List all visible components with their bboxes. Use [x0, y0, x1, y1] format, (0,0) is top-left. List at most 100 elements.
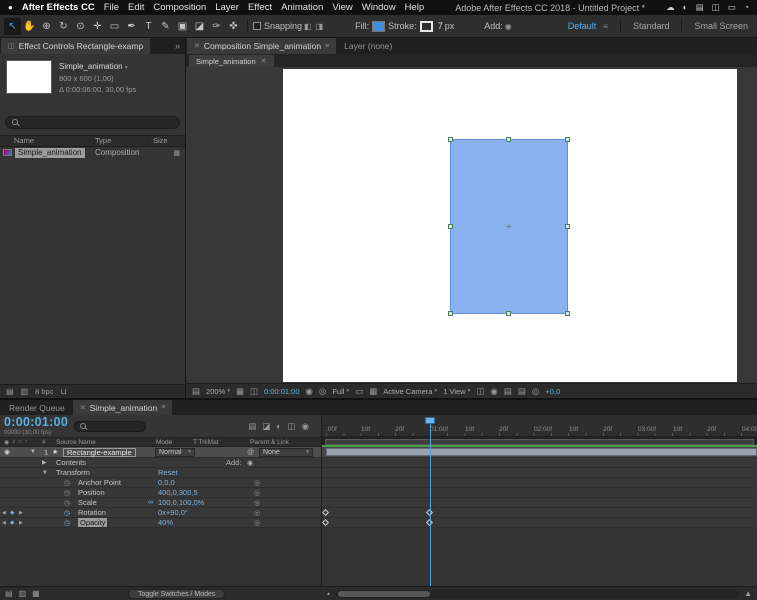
- timeline-search-input[interactable]: [74, 421, 146, 432]
- apple-menu-icon[interactable]: ●: [8, 3, 13, 12]
- selection-handle[interactable]: [565, 311, 570, 316]
- toggle-inout-panes-icon[interactable]: ▦: [32, 589, 40, 598]
- layer-duration-track[interactable]: [322, 447, 757, 458]
- rotation-tool-button[interactable]: ↻: [55, 18, 72, 35]
- eraser-tool-button[interactable]: ◪: [191, 18, 208, 35]
- column-name[interactable]: Name: [0, 136, 90, 145]
- menu-app-name[interactable]: After Effects CC: [22, 2, 95, 13]
- menu-item-file[interactable]: File: [104, 2, 119, 13]
- grid-options-icon[interactable]: ▦: [236, 386, 244, 397]
- stopwatch-icon[interactable]: ◷: [64, 508, 70, 517]
- property-row-anchor-point[interactable]: ◷ Anchor Point 0,0,0 ◎: [0, 478, 321, 488]
- selection-handle[interactable]: [506, 137, 511, 142]
- current-time-indicator[interactable]: [430, 423, 431, 586]
- project-item-row[interactable]: Simple_animation Composition ▦: [0, 147, 185, 159]
- column-type[interactable]: Type: [90, 136, 148, 145]
- group-label[interactable]: Transform: [56, 468, 90, 477]
- panel-menu-icon[interactable]: ≡: [325, 43, 329, 50]
- track-opacity[interactable]: [322, 518, 757, 528]
- stopwatch-icon[interactable]: ◷: [64, 518, 70, 527]
- type-tool-button[interactable]: T: [140, 18, 157, 35]
- toggle-transfer-controls-icon[interactable]: ▥: [19, 589, 27, 598]
- selection-handle[interactable]: [448, 311, 453, 316]
- workspace-standard[interactable]: Standard: [633, 21, 670, 31]
- group-label[interactable]: Contents: [56, 458, 86, 467]
- shape-layer-rectangle[interactable]: +: [450, 139, 568, 314]
- column-size[interactable]: Size: [148, 136, 168, 145]
- scrollbar-thumb[interactable]: [338, 591, 430, 597]
- stroke-label[interactable]: Stroke:: [388, 21, 417, 31]
- motion-blur-icon[interactable]: ◉: [302, 421, 309, 432]
- track-scale[interactable]: [322, 498, 757, 508]
- close-icon[interactable]: ✕: [80, 404, 86, 412]
- eye-icon[interactable]: ◉: [4, 447, 10, 457]
- anchor-point-icon[interactable]: +: [506, 221, 511, 231]
- tab-timeline-comp[interactable]: ✕ Simple_animation ≡: [73, 400, 173, 415]
- selection-handle[interactable]: [565, 224, 570, 229]
- view-layout-dropdown[interactable]: 1 View ▾: [443, 387, 470, 396]
- stroke-width-field[interactable]: 7: [438, 21, 443, 31]
- camera-dropdown[interactable]: Active Camera ▾: [383, 387, 437, 396]
- track-transform[interactable]: [322, 468, 757, 478]
- mini-flowchart-icon[interactable]: ▤: [192, 386, 200, 397]
- track-rotation[interactable]: [322, 508, 757, 518]
- puppet-tool-button[interactable]: ✜: [225, 18, 242, 35]
- prev-keyframe-icon[interactable]: ◀: [2, 518, 6, 527]
- viewer-tab[interactable]: Simple_animation ✕: [189, 55, 274, 67]
- menu-item-layer[interactable]: Layer: [215, 2, 239, 13]
- property-value[interactable]: 40%: [158, 518, 173, 527]
- twirl-icon[interactable]: ▶: [42, 458, 47, 467]
- region-of-interest-icon[interactable]: ▭: [355, 386, 363, 397]
- column-source-name[interactable]: Source Name: [56, 439, 156, 446]
- keyframe[interactable]: [322, 509, 329, 516]
- selection-handle[interactable]: [448, 224, 453, 229]
- menu-item-help[interactable]: Help: [405, 2, 425, 13]
- group-row-transform[interactable]: ▼ Transform Reset: [0, 468, 321, 478]
- mini-flowchart-icon[interactable]: ▤: [248, 421, 256, 432]
- property-value[interactable]: 400,0,300,5: [158, 488, 198, 497]
- property-value[interactable]: 0x+90,0°: [158, 508, 188, 517]
- item-name[interactable]: Simple_animation: [15, 148, 85, 158]
- snap-edges-icon[interactable]: ◧: [304, 22, 312, 31]
- snapping-checkbox[interactable]: [253, 22, 261, 30]
- property-label[interactable]: Scale: [78, 498, 97, 507]
- zoom-tool-button[interactable]: ⊕: [38, 18, 55, 35]
- project-empty-area[interactable]: [0, 159, 185, 385]
- composition-canvas[interactable]: +: [283, 69, 737, 382]
- keyframe-toggle-icon[interactable]: ◆: [10, 518, 14, 527]
- toggle-layer-switches-icon[interactable]: ▤: [5, 589, 13, 598]
- graph-toggle-icon[interactable]: ◎: [254, 518, 260, 527]
- flowchart-button-icon[interactable]: ▤: [518, 386, 526, 397]
- track-contents[interactable]: [322, 458, 757, 468]
- tab-effect-controls[interactable]: ◫ Effect Controls Rectangle-examp: [1, 38, 150, 54]
- rectangle-tool-button[interactable]: ▭: [106, 18, 123, 35]
- keyframe[interactable]: [322, 519, 329, 526]
- show-snapshot-icon[interactable]: ◎: [319, 386, 326, 397]
- stroke-color-swatch[interactable]: [420, 21, 433, 32]
- timeline-button-icon[interactable]: ▤: [504, 386, 512, 397]
- property-row-rotation[interactable]: ◀ ◆ ▶ ◷ Rotation 0x+90,0° ◎: [0, 508, 321, 518]
- panel-overflow-icon[interactable]: »: [170, 41, 185, 51]
- panel-menu-icon[interactable]: ≡: [161, 404, 165, 411]
- close-icon[interactable]: ✕: [194, 42, 200, 50]
- selection-tool-button[interactable]: ↖: [4, 18, 21, 35]
- twirl-icon[interactable]: ▼: [42, 468, 48, 477]
- selection-handle[interactable]: [506, 311, 511, 316]
- battery-icon[interactable]: ▭: [728, 2, 736, 13]
- column-trkmat[interactable]: T TrkMat: [193, 439, 250, 446]
- mask-visibility-icon[interactable]: ◫: [250, 386, 258, 397]
- timeline-track-area[interactable]: :00f 10f 20f 01:00f 10f 20f 02:00f 10f 2…: [322, 415, 757, 586]
- menu-extras-icon[interactable]: ▤: [696, 2, 704, 13]
- transparency-grid-icon[interactable]: ▦: [369, 386, 377, 397]
- track-position[interactable]: [322, 488, 757, 498]
- add-shape-icon[interactable]: ◉: [505, 22, 512, 31]
- layer-row[interactable]: ◉ ▼ 1 ★ Rectangle-example Normal ▾ @: [0, 447, 321, 458]
- draft-3d-icon[interactable]: ◪: [262, 421, 270, 432]
- clock-icon[interactable]: ◔: [744, 2, 749, 13]
- tab-layer[interactable]: Layer (none): [337, 38, 399, 54]
- toggle-switches-modes-button[interactable]: Toggle Switches / Modes: [128, 589, 225, 599]
- stopwatch-icon[interactable]: ◷: [64, 488, 70, 497]
- menu-item-effect[interactable]: Effect: [248, 2, 272, 13]
- next-keyframe-icon[interactable]: ▶: [19, 518, 23, 527]
- tab-render-queue[interactable]: Render Queue: [2, 400, 72, 415]
